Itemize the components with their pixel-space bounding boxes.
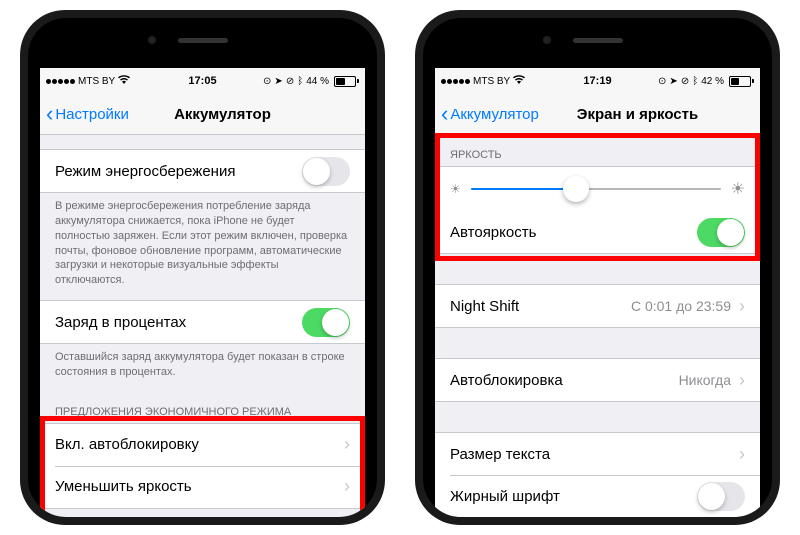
wifi-icon bbox=[118, 75, 130, 87]
power-save-row[interactable]: Режим энергосбережения bbox=[40, 150, 365, 192]
suggestion-autolock[interactable]: Вкл. автоблокировку › bbox=[40, 424, 365, 466]
night-shift-row[interactable]: Night Shift С 0:01 до 23:59 › bbox=[435, 285, 760, 327]
phone-right: MTS BY 17:19 ⊙ ➤ ⊘ ᛒ 42 % bbox=[415, 10, 780, 525]
brightness-slider-row: ☀ ☀ bbox=[435, 167, 760, 211]
suggestion-brightness[interactable]: Уменьшить яркость › bbox=[40, 466, 365, 508]
phone-speaker bbox=[573, 38, 623, 43]
back-button[interactable]: ‹ Настройки bbox=[46, 103, 129, 125]
status-bar: MTS BY 17:05 ⊙ ➤ ⊘ ᛒ 44 % bbox=[40, 68, 365, 94]
status-time: 17:19 bbox=[583, 75, 611, 87]
nav-bar: ‹ Настройки Аккумулятор bbox=[40, 94, 365, 135]
chevron-right-icon: › bbox=[344, 434, 350, 455]
bold-text-toggle[interactable] bbox=[697, 482, 745, 511]
battery-icon bbox=[332, 76, 359, 87]
battery-percent: 44 % bbox=[306, 76, 329, 87]
sun-low-icon: ☀ bbox=[450, 182, 461, 196]
night-shift-label: Night Shift bbox=[450, 298, 519, 315]
auto-brightness-label: Автояркость bbox=[450, 224, 536, 241]
nav-bar: ‹ Аккумулятор Экран и яркость bbox=[435, 94, 760, 135]
power-save-footer: В режиме энергосбережения потребление за… bbox=[40, 193, 365, 300]
status-time: 17:05 bbox=[188, 75, 216, 87]
chevron-left-icon: ‹ bbox=[46, 103, 53, 125]
bluetooth-icon: ᛒ bbox=[692, 76, 698, 87]
back-label: Аккумулятор bbox=[450, 106, 539, 123]
chevron-right-icon: › bbox=[739, 370, 745, 391]
status-bar: MTS BY 17:19 ⊙ ➤ ⊘ ᛒ 42 % bbox=[435, 68, 760, 94]
signal-icon bbox=[441, 79, 470, 84]
cell-label: Вкл. автоблокировку bbox=[55, 436, 199, 453]
autolock-row[interactable]: Автоблокировка Никогда › bbox=[435, 359, 760, 401]
power-save-toggle[interactable] bbox=[302, 157, 350, 186]
chevron-right-icon: › bbox=[344, 476, 350, 497]
bluetooth-icon: ᛒ bbox=[297, 76, 303, 87]
percent-label: Заряд в процентах bbox=[55, 314, 186, 331]
power-save-label: Режим энергосбережения bbox=[55, 163, 235, 180]
phone-camera bbox=[543, 36, 551, 44]
cell-label: Уменьшить яркость bbox=[55, 478, 192, 495]
text-size-row[interactable]: Размер текста › bbox=[435, 433, 760, 475]
phone-speaker bbox=[178, 38, 228, 43]
auto-brightness-row[interactable]: Автояркость bbox=[435, 211, 760, 253]
slider-thumb[interactable] bbox=[563, 176, 589, 202]
chevron-right-icon: › bbox=[739, 296, 745, 317]
signal-icon bbox=[46, 79, 75, 84]
carrier-label: MTS BY bbox=[473, 76, 510, 87]
autolock-label: Автоблокировка bbox=[450, 372, 563, 389]
brightness-header: ЯРКОСТЬ bbox=[435, 135, 760, 166]
dnd-icon: ⊘ bbox=[681, 76, 689, 87]
dnd-icon: ⊘ bbox=[286, 76, 294, 87]
sun-high-icon: ☀ bbox=[731, 179, 745, 199]
chevron-left-icon: ‹ bbox=[441, 103, 448, 125]
usage-header: ИСПОЛЬЗОВАНИЕ АККУМУЛЯТОРА bbox=[40, 509, 365, 517]
percent-toggle[interactable] bbox=[302, 308, 350, 337]
text-size-label: Размер текста bbox=[450, 446, 550, 463]
phone-camera bbox=[148, 36, 156, 44]
chevron-right-icon: › bbox=[739, 444, 745, 465]
bold-text-label: Жирный шрифт bbox=[450, 488, 560, 505]
night-shift-value: С 0:01 до 23:59 bbox=[631, 298, 731, 314]
alarm-icon: ⊙ bbox=[658, 76, 666, 87]
alarm-icon: ⊙ bbox=[263, 76, 271, 87]
back-button[interactable]: ‹ Аккумулятор bbox=[441, 103, 539, 125]
back-label: Настройки bbox=[55, 106, 129, 123]
battery-icon bbox=[727, 76, 754, 87]
suggestions-header: ПРЕДЛОЖЕНИЯ ЭКОНОМИЧНОГО РЕЖИМА bbox=[40, 392, 365, 423]
brightness-slider[interactable] bbox=[471, 188, 721, 190]
phone-left: MTS BY 17:05 ⊙ ➤ ⊘ ᛒ 44 % bbox=[20, 10, 385, 525]
battery-percent: 42 % bbox=[701, 76, 724, 87]
auto-brightness-toggle[interactable] bbox=[697, 218, 745, 247]
percent-row[interactable]: Заряд в процентах bbox=[40, 301, 365, 343]
percent-footer: Оставшийся заряд аккумулятора будет пока… bbox=[40, 344, 365, 392]
screen-left: MTS BY 17:05 ⊙ ➤ ⊘ ᛒ 44 % bbox=[40, 68, 365, 517]
location-icon: ➤ bbox=[274, 76, 282, 87]
autolock-value: Никогда bbox=[679, 372, 731, 388]
location-icon: ➤ bbox=[669, 76, 677, 87]
carrier-label: MTS BY bbox=[78, 76, 115, 87]
bold-text-row[interactable]: Жирный шрифт bbox=[435, 475, 760, 517]
wifi-icon bbox=[513, 75, 525, 87]
screen-right: MTS BY 17:19 ⊙ ➤ ⊘ ᛒ 42 % bbox=[435, 68, 760, 517]
